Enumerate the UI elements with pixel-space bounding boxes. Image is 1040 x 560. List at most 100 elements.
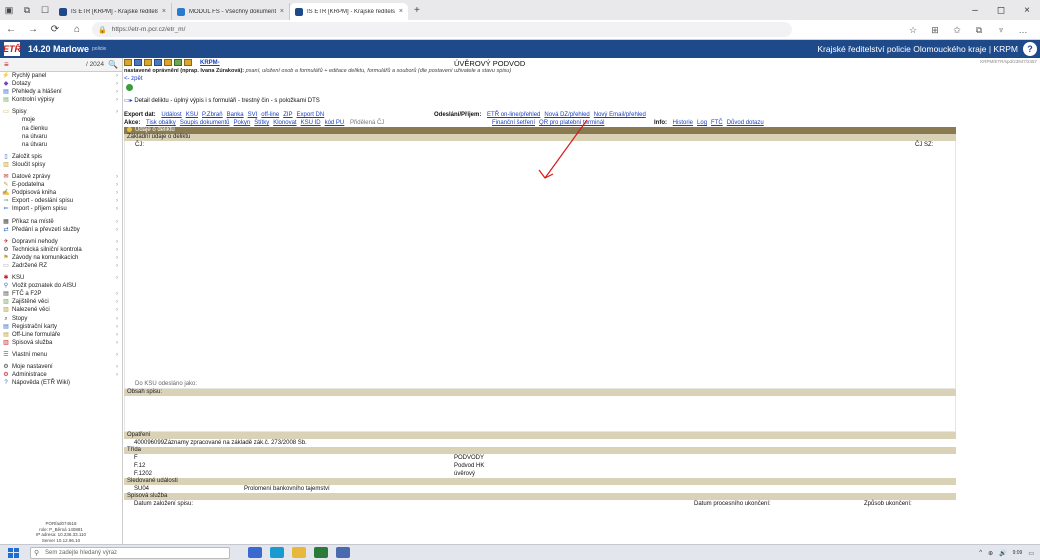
taskbar-app-icon[interactable]	[270, 547, 284, 558]
favorite-star-icon[interactable]: ☆	[902, 25, 924, 36]
tray-chevron-icon[interactable]: ^	[979, 550, 982, 556]
extensions-icon[interactable]: ♆	[990, 25, 1012, 35]
sidebar-item[interactable]: ▤ Off-Line formuláře ›	[0, 331, 122, 339]
sidebar-item[interactable]: ▥ Spisová služba ›	[0, 339, 122, 347]
sidebar-item[interactable]: ✍ Podpisová kniha ›	[0, 189, 122, 197]
sidebar-item[interactable]: moje	[0, 116, 122, 124]
export-link[interactable]: ZIP	[283, 112, 292, 118]
info-link[interactable]: Log	[697, 120, 707, 126]
sidebar-item[interactable]: ▤ FTČ a F2P ›	[0, 290, 122, 298]
tab-close-icon[interactable]: ×	[280, 8, 284, 15]
menu-icon[interactable]: ≡	[0, 60, 13, 69]
sidebar-item[interactable]: ⇐ Import - příjem spisu ›	[0, 205, 122, 213]
save-icon[interactable]	[154, 59, 162, 66]
sidebar-item[interactable]: ▥ Sloučit spisy	[0, 161, 122, 169]
workspaces-icon[interactable]: ⧉	[18, 5, 36, 16]
sidebar-item[interactable]: na členku	[0, 125, 122, 133]
sidebar-item[interactable]: ⚙ Administrace ›	[0, 371, 122, 379]
help-icon[interactable]: ?	[1023, 42, 1037, 56]
taskbar-search-input[interactable]: ⚲ Sem zadejte hledaný výraz	[30, 546, 230, 559]
export-link[interactable]: Událost	[161, 112, 181, 118]
more-icon[interactable]: …	[1012, 25, 1034, 35]
etr-logo[interactable]: ETŘ	[3, 42, 21, 56]
open-folder-icon[interactable]	[124, 59, 132, 66]
close-window-button[interactable]: ×	[1014, 5, 1040, 16]
edit-icon[interactable]	[184, 59, 192, 66]
tab-close-icon[interactable]: ×	[162, 8, 166, 15]
url-field[interactable]: 🔒 https://etr-m.pcr.cz/etr_m/	[92, 22, 792, 37]
people-icon[interactable]	[174, 59, 182, 66]
taskbar-app-icon[interactable]	[336, 547, 350, 558]
export-link[interactable]: SVI	[248, 112, 258, 118]
sidebar-item[interactable]: na útvaru	[0, 133, 122, 141]
sidebar-item[interactable]: ⇒ Export - odeslání spisu ›	[0, 197, 122, 205]
taskbar-app-icon[interactable]	[292, 547, 306, 558]
sidebar-item[interactable]: ▭ Spisy ›	[0, 108, 122, 116]
minimize-button[interactable]: –	[962, 5, 988, 16]
notification-icon[interactable]: ▭	[1028, 550, 1034, 557]
sidebar-item[interactable]: ▭ Zadržené RZ ›	[0, 262, 122, 270]
export-link[interactable]: Export DN	[297, 112, 325, 118]
tab-actions-icon[interactable]: ☐	[36, 5, 54, 16]
reload-icon[interactable]: ⟳	[44, 24, 66, 35]
sidebar-item[interactable]: ⚑ Závody na komunikacích ›	[0, 254, 122, 262]
sidebar-item[interactable]: ▨ Zajištěné věci ›	[0, 298, 122, 306]
detail-heading[interactable]: ▭▸ Detail deliktu - úplný výpis i s form…	[124, 96, 1040, 106]
akce-link[interactable]: kód PU	[325, 120, 345, 126]
home-icon[interactable]: ⌂	[66, 24, 88, 35]
akce-link[interactable]: KSU ID	[301, 120, 321, 126]
sidebar-item[interactable]: ▤ Kontrolní výpisy ›	[0, 96, 122, 104]
browser-tab[interactable]: IS ETŘ [KRPM] - Krajské ředitelst ×	[290, 3, 408, 20]
tab-close-icon[interactable]: ×	[399, 8, 403, 15]
sidebar-item[interactable]: ⚙ Moje nastavení ›	[0, 363, 122, 371]
akce-link[interactable]: Pokyn	[234, 120, 251, 126]
maximize-button[interactable]: ◻	[988, 5, 1014, 16]
year-field[interactable]: / 2024	[86, 61, 104, 68]
krpm-link[interactable]: KRPM-	[200, 60, 220, 66]
info-link[interactable]: Historie	[673, 120, 693, 126]
copy-icon[interactable]	[134, 59, 142, 66]
browser-tab[interactable]: IS ETŘ [KRPM] - Krajské ředitelst ×	[54, 3, 172, 20]
taskbar-app-icon[interactable]	[314, 547, 328, 558]
split-screen-icon[interactable]: ⊞	[924, 25, 946, 36]
sidebar-item[interactable]: ⚡ Rychlý panel ›	[0, 72, 122, 80]
export-link[interactable]: Banka	[227, 112, 244, 118]
export-link[interactable]: off-line	[261, 112, 279, 118]
volume-icon[interactable]: 🔊	[999, 550, 1006, 557]
sidebar-item[interactable]: ▯ Založit spis	[0, 153, 122, 161]
sidebar-item[interactable]: ✱ KSU ›	[0, 274, 122, 282]
browser-tab[interactable]: MODUL FŠ - Všechny dokument ×	[172, 3, 290, 20]
back-link[interactable]: <- zpět	[124, 75, 1040, 83]
sidebar-item[interactable]: ✎ E-podatelna ›	[0, 181, 122, 189]
sidebar-item[interactable]: ☰ Vlastní menu ›	[0, 351, 122, 359]
export-link[interactable]: KSU	[186, 112, 198, 118]
forward-icon[interactable]: →	[22, 24, 44, 35]
favorites-icon[interactable]: ✩	[946, 25, 968, 36]
sidebar-item[interactable]: ⚲ Vložit poznatek do AISU	[0, 282, 122, 290]
back-icon[interactable]: ←	[0, 24, 22, 35]
akce-link[interactable]: Štítky	[254, 120, 269, 126]
folder-icon[interactable]	[164, 59, 172, 66]
akce-link[interactable]: Tisk obálky	[146, 120, 176, 126]
sidebar-item[interactable]: ▦ Příkaz na místě ›	[0, 218, 122, 226]
refresh-icon[interactable]	[126, 84, 133, 91]
sidebar-item[interactable]: ▨ Nalezené věci ›	[0, 306, 122, 314]
sidebar-item[interactable]: na útvaru	[0, 141, 122, 149]
export-link[interactable]: P.Zbraň	[202, 112, 223, 118]
sidebar-item[interactable]: ? Nápověda (ETŘ Wiki)	[0, 379, 122, 387]
new-tab-button[interactable]: +	[414, 5, 420, 16]
windows-start-icon[interactable]	[8, 547, 20, 558]
profile-icon[interactable]: ▣	[0, 5, 18, 16]
sidebar-item[interactable]: ✉ Datové zprávy ›	[0, 173, 122, 181]
akce-link[interactable]: Klonovat	[273, 120, 296, 126]
sidebar-item[interactable]: ▤ Registrační karty ›	[0, 323, 122, 331]
sidebar-item[interactable]: ⚙ Technická silniční kontrola ›	[0, 246, 122, 254]
info-link[interactable]: Důvod dotazu	[727, 120, 764, 126]
sidebar-item[interactable]: ✈ Dopravní nehody ›	[0, 238, 122, 246]
taskbar-app-icon[interactable]	[248, 547, 262, 558]
info-link[interactable]: FTČ	[711, 120, 723, 126]
sidebar-item[interactable]: ▤ Přehledy a hlášení ›	[0, 88, 122, 96]
sidebar-item[interactable]: ⌕ Stopy ›	[0, 315, 122, 323]
network-icon[interactable]: ⊕	[988, 550, 993, 557]
sidebar-item[interactable]: ◆ Dotazy ›	[0, 80, 122, 88]
